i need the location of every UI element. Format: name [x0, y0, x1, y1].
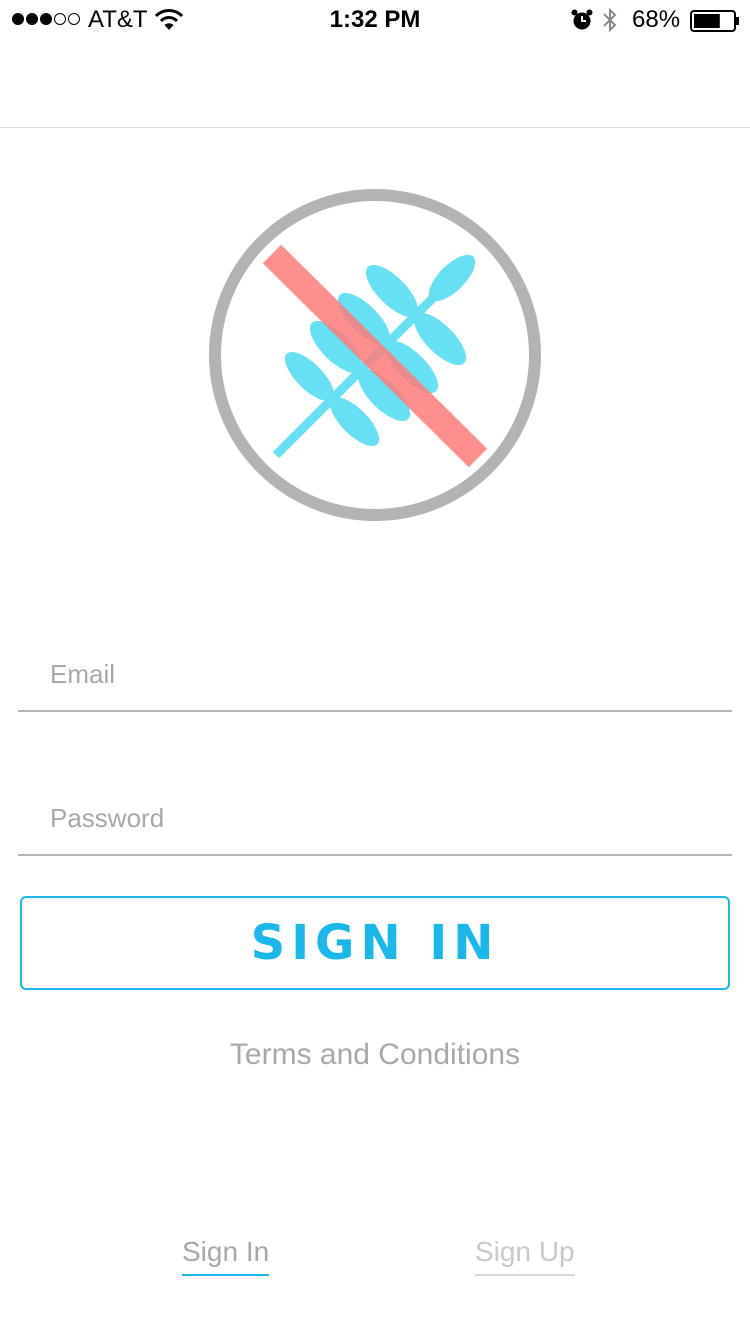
email-field[interactable] [18, 612, 732, 712]
status-bar: AT&T 1:32 PM 68% [0, 0, 750, 40]
tab-sign-up[interactable]: Sign Up [475, 1236, 575, 1276]
sign-in-button[interactable]: SIGN IN [20, 896, 730, 990]
battery-percentage: 68% [632, 6, 681, 33]
header-divider [0, 127, 750, 128]
bluetooth-icon [603, 7, 617, 33]
password-field[interactable] [18, 756, 732, 856]
terms-and-conditions-link[interactable]: Terms and Conditions [0, 1038, 750, 1072]
alarm-icon [571, 9, 593, 30]
battery-icon [690, 10, 739, 32]
email-input[interactable] [50, 654, 700, 694]
tab-sign-in[interactable]: Sign In [182, 1236, 270, 1276]
wheat-crossed-out-icon [209, 189, 541, 521]
password-input[interactable] [50, 798, 700, 838]
